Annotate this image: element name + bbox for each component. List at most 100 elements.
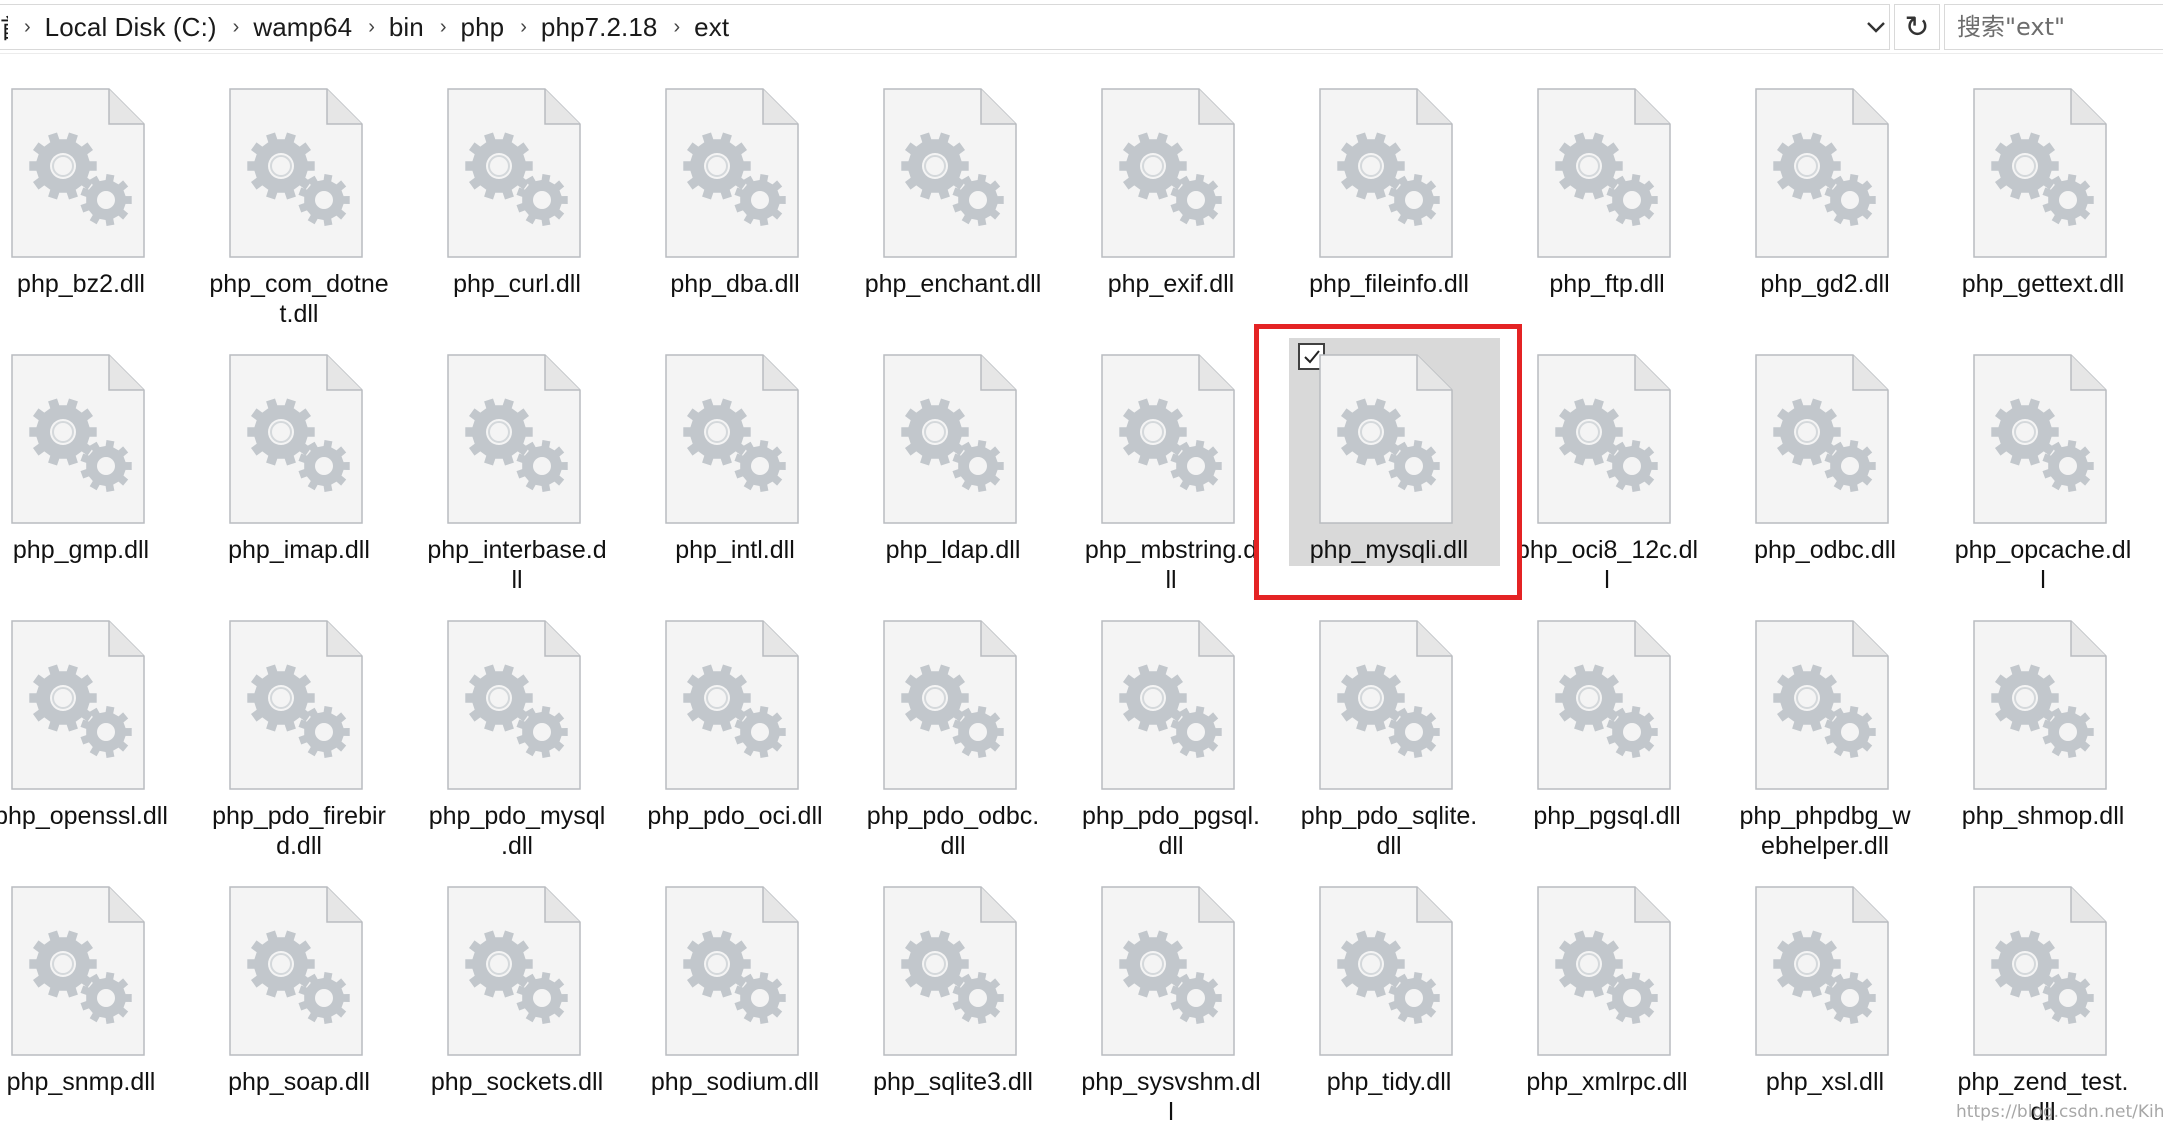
dll-settings-file-icon <box>229 620 363 790</box>
file-item[interactable]: php_oci8_12c.dl l <box>1512 320 1702 594</box>
dll-settings-file-icon <box>1101 354 1235 524</box>
file-item[interactable]: php_exif.dll <box>1076 54 1266 314</box>
file-item[interactable]: php_pdo_odbc. dll <box>858 586 1048 860</box>
file-name: php_snmp.dll <box>6 1068 156 1096</box>
file-item[interactable]: php_sodium.dll <box>640 852 830 1112</box>
file-item[interactable]: php_pgsql.dll <box>1512 586 1702 846</box>
file-item[interactable]: php_pdo_firebir d.dll <box>204 586 394 860</box>
file-item[interactable]: php_pdo_sqlite. dll <box>1294 586 1484 860</box>
file-item[interactable]: php_openssl.dll <box>0 586 176 846</box>
file-item[interactable]: php_opcache.dl l <box>1948 320 2138 594</box>
dll-settings-file-icon <box>1537 620 1671 790</box>
file-item[interactable]: php_dba.dll <box>640 54 830 314</box>
watermark: https://blog.csdn.net/Kihz555 <box>1956 1102 2163 1122</box>
dll-settings-file-icon <box>229 886 363 1056</box>
dll-settings-file-icon <box>1973 886 2107 1056</box>
file-name: php_gmp.dll <box>12 536 150 564</box>
file-item[interactable]: php_tidy.dll <box>1294 852 1484 1112</box>
file-item[interactable]: php_sysvshm.dl l <box>1076 852 1266 1126</box>
dll-settings-file-icon <box>11 620 145 790</box>
file-item[interactable]: php_sockets.dll <box>422 852 612 1112</box>
search-input[interactable] <box>1957 13 2163 41</box>
file-item[interactable]: php_odbc.dll <box>1730 320 1920 580</box>
file-name: php_enchant.dll <box>864 270 1042 298</box>
chevron-right-icon[interactable]: › <box>520 16 527 39</box>
checkmark-icon <box>1303 349 1320 363</box>
chevron-right-icon[interactable]: › <box>673 16 680 39</box>
file-item[interactable]: php_imap.dll <box>204 320 394 580</box>
file-item[interactable]: php_pdo_pgsql. dll <box>1076 586 1266 860</box>
file-item[interactable]: php_xsl.dll <box>1730 852 1920 1112</box>
search-box[interactable] <box>1944 4 2163 50</box>
file-item[interactable]: php_xmlrpc.dll <box>1512 852 1702 1112</box>
file-item[interactable]: php_phpdbg_w ebhelper.dll <box>1730 586 1920 860</box>
file-item[interactable]: php_ldap.dll <box>858 320 1048 580</box>
dll-settings-file-icon <box>447 620 581 790</box>
file-item[interactable]: php_shmop.dll <box>1948 586 2138 846</box>
dll-settings-file-icon <box>1319 354 1453 524</box>
file-grid: php_bz2.dll php_com_dotne t.dll php_curl… <box>0 54 2163 1133</box>
file-item[interactable]: php_snmp.dll <box>0 852 176 1112</box>
file-item[interactable]: php_intl.dll <box>640 320 830 580</box>
breadcrumb-item-partial[interactable]: 首页 <box>0 9 8 46</box>
file-name: php_gd2.dll <box>1760 270 1890 298</box>
dll-settings-file-icon <box>883 620 1017 790</box>
breadcrumb-item[interactable]: wamp64 <box>253 12 352 43</box>
file-item[interactable]: php_fileinfo.dll <box>1294 54 1484 314</box>
file-item[interactable]: php_ftp.dll <box>1512 54 1702 314</box>
file-name: php_sodium.dll <box>650 1068 820 1096</box>
file-item[interactable]: php_pdo_oci.dll <box>640 586 830 846</box>
file-item[interactable]: php_gd2.dll <box>1730 54 1920 314</box>
file-item[interactable]: php_enchant.dll <box>858 54 1048 314</box>
file-name: php_dba.dll <box>670 270 800 298</box>
dll-settings-file-icon <box>1755 620 1889 790</box>
file-name: php_soap.dll <box>228 1068 370 1096</box>
dll-settings-file-icon <box>1319 886 1453 1056</box>
breadcrumb-item[interactable]: ext <box>694 12 729 43</box>
breadcrumb-item[interactable]: php7.2.18 <box>541 12 658 43</box>
chevron-right-icon[interactable]: › <box>440 16 447 39</box>
file-name: php_sockets.dll <box>430 1068 604 1096</box>
dll-settings-file-icon <box>665 886 799 1056</box>
file-name: php_mysqli.dll <box>1309 536 1469 564</box>
file-item[interactable]: php_gmp.dll <box>0 320 176 580</box>
refresh-button[interactable]: ↻ <box>1894 4 1940 50</box>
dll-settings-file-icon <box>1319 620 1453 790</box>
dll-settings-file-icon <box>11 354 145 524</box>
dll-settings-file-icon <box>665 354 799 524</box>
file-name: php_pdo_oci.dll <box>647 802 823 830</box>
dll-settings-file-icon <box>1319 88 1453 258</box>
file-name: php_gettext.dll <box>1961 270 2125 298</box>
refresh-icon: ↻ <box>1904 10 1930 44</box>
dll-settings-file-icon <box>11 88 145 258</box>
file-item[interactable]: php_gettext.dll <box>1948 54 2138 314</box>
breadcrumb-item[interactable]: bin <box>389 12 424 43</box>
chevron-right-icon[interactable]: › <box>24 16 31 39</box>
breadcrumb-items: 首页 › Local Disk (C:) › wamp64 › bin › php › php7.… <box>0 5 729 49</box>
file-item[interactable]: php_bz2.dll <box>0 54 176 314</box>
chevron-right-icon[interactable]: › <box>233 16 240 39</box>
file-item[interactable]: php_mysqli.dll <box>1289 320 1500 580</box>
chevron-right-icon[interactable]: › <box>368 16 375 39</box>
file-item[interactable]: php_mbstring.d ll <box>1076 320 1266 594</box>
file-name: php_xsl.dll <box>1765 1068 1885 1096</box>
file-item[interactable]: php_com_dotne t.dll <box>204 54 394 328</box>
breadcrumb-item[interactable]: Local Disk (C:) <box>45 12 217 43</box>
dll-settings-file-icon <box>11 886 145 1056</box>
address-history-button[interactable] <box>1862 5 1890 49</box>
file-item[interactable]: php_interbase.d ll <box>422 320 612 594</box>
file-name: php_ftp.dll <box>1549 270 1665 298</box>
dll-settings-file-icon <box>229 88 363 258</box>
file-name: php_odbc.dll <box>1754 536 1896 564</box>
address-bar: 首页 › Local Disk (C:) › wamp64 › bin › php › php7.… <box>0 0 2163 54</box>
dll-settings-file-icon <box>1101 620 1235 790</box>
file-item[interactable]: php_pdo_mysql .dll <box>422 586 612 860</box>
file-item[interactable]: php_zend_test. dll <box>1948 852 2138 1126</box>
file-name: php_shmop.dll <box>1961 802 2125 830</box>
breadcrumb-item[interactable]: php <box>461 12 505 43</box>
breadcrumb[interactable]: 首页 › Local Disk (C:) › wamp64 › bin › php › php7.… <box>0 4 1890 50</box>
dll-settings-file-icon <box>229 354 363 524</box>
file-item[interactable]: php_soap.dll <box>204 852 394 1112</box>
file-item[interactable]: php_curl.dll <box>422 54 612 314</box>
file-item[interactable]: php_sqlite3.dll <box>858 852 1048 1112</box>
